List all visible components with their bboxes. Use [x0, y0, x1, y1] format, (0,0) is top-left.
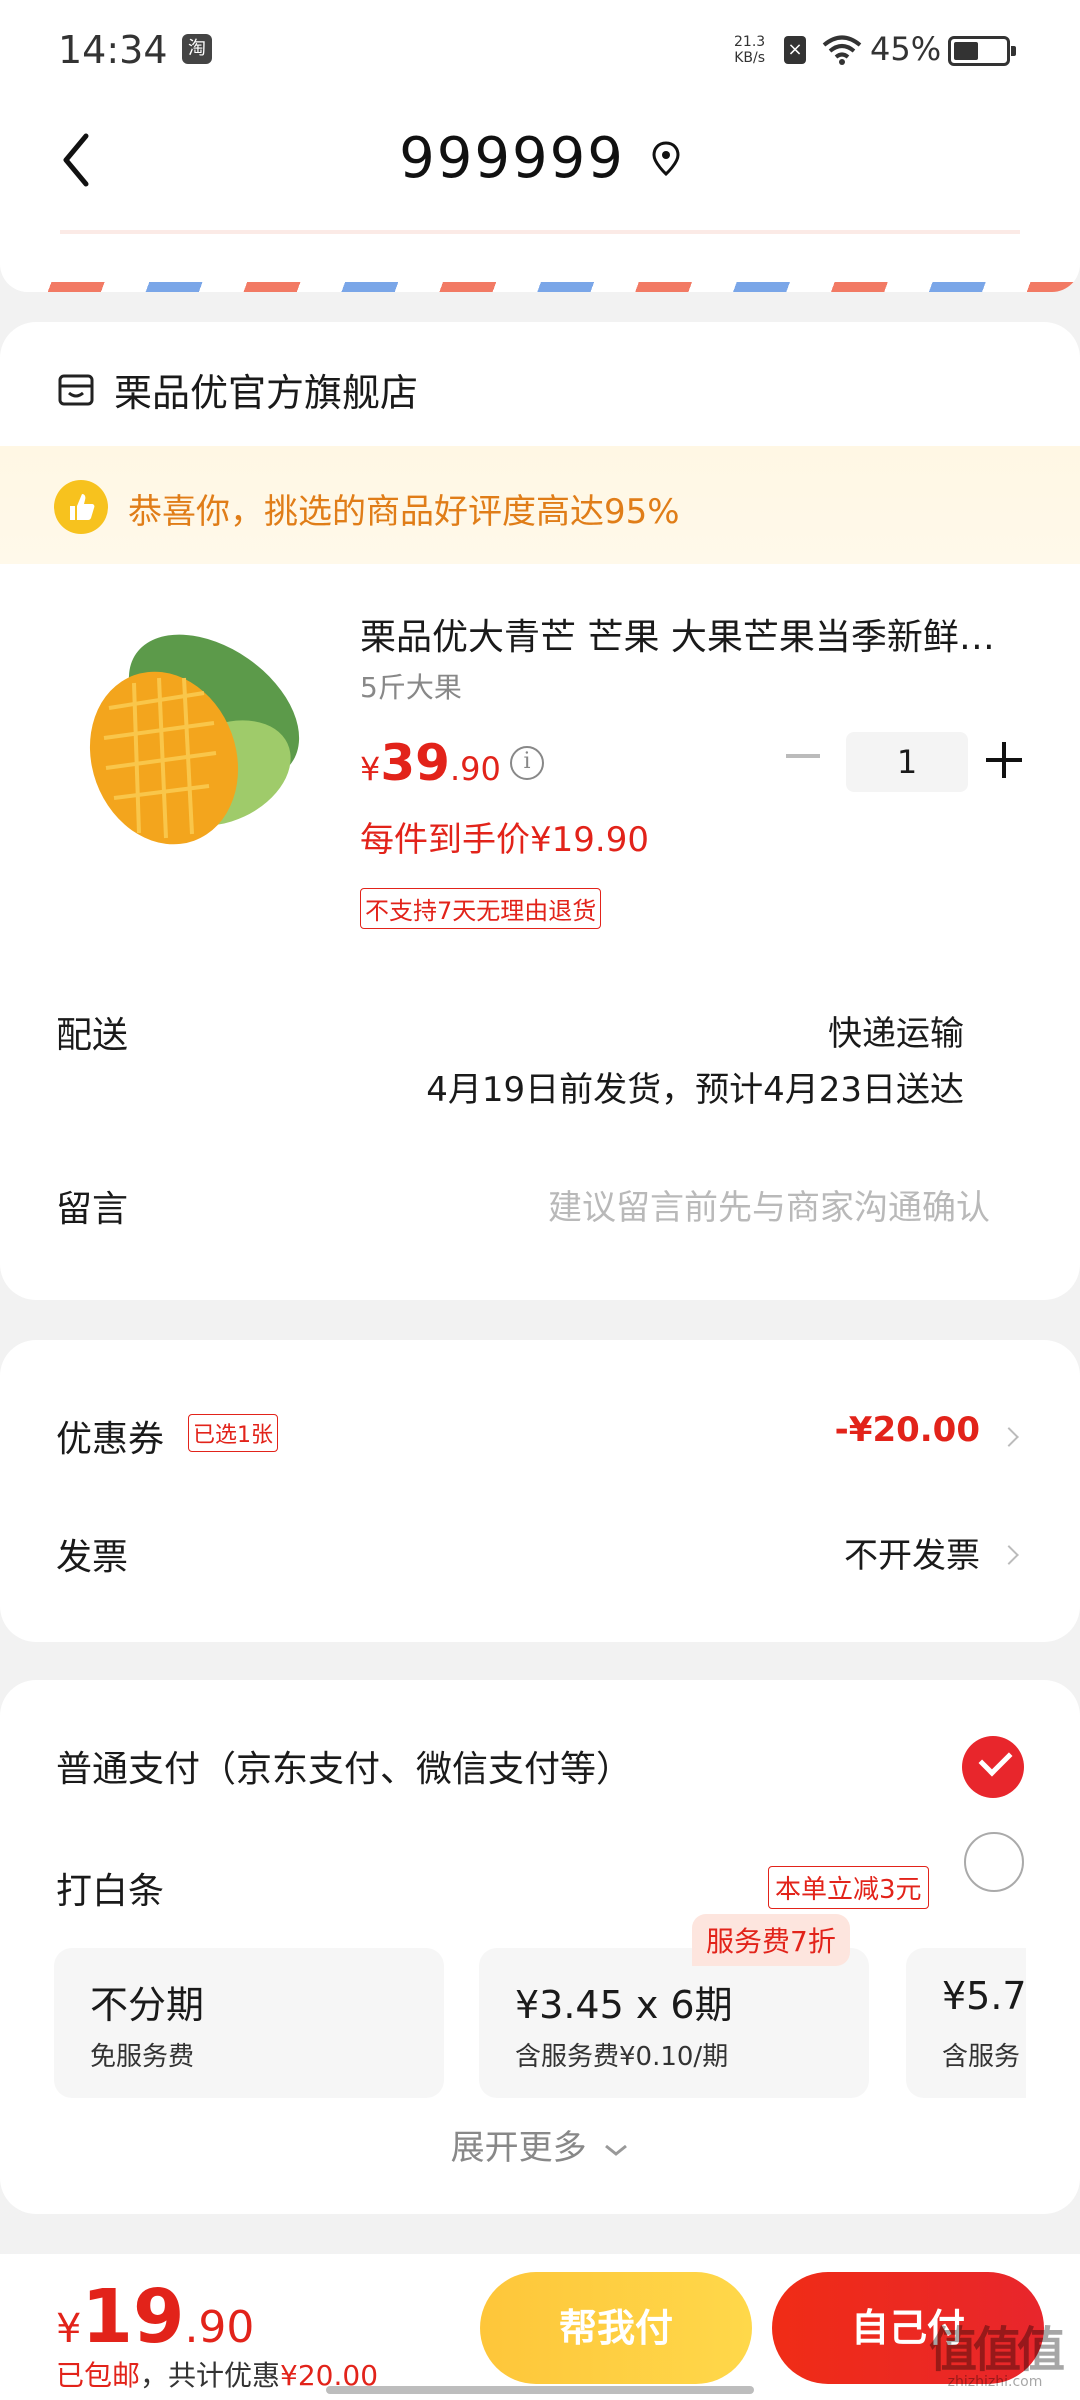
baitiao-promo-tag: 本单立减3元 — [768, 1866, 929, 1909]
address-divider — [60, 230, 1020, 234]
taobao-app-icon: 淘 — [182, 34, 212, 64]
delivery-label: 配送 — [56, 1015, 129, 1056]
page-title: 999999 — [399, 126, 625, 191]
invoice-chevron-icon[interactable] — [999, 1545, 1019, 1565]
total-symbol: ¥ — [56, 2306, 82, 2352]
quantity-decrease-button[interactable] — [786, 754, 820, 758]
installment-options: 不分期 免服务费 ¥3.45 x 6期 含服务费¥0.10/期 ¥5.7 含服务 — [54, 1948, 1026, 2098]
expand-more-label: 展开更多 — [450, 2128, 587, 2168]
nav-header: 999999 — [0, 100, 1080, 230]
shop-icon — [58, 374, 94, 405]
installment-sub: 免服务费 — [90, 2042, 195, 2072]
invoice-value[interactable]: 不开发票 — [844, 1528, 980, 1577]
mango-product-image[interactable] — [54, 598, 324, 868]
network-speed-unit: KB/s — [734, 50, 765, 66]
installment-option[interactable]: 不分期 免服务费 — [54, 1948, 444, 2098]
product-spec: 5斤大果 — [360, 671, 462, 704]
coupon-selected-tag: 已选1张 — [188, 1414, 278, 1452]
network-speed-value: 21.3 — [734, 34, 766, 50]
unit-final-price: 每件到手价¥19.90 — [360, 820, 649, 860]
status-bar: 14:34 淘 21.3 KB/s × 45% — [0, 0, 1080, 100]
coupon-chevron-icon[interactable] — [999, 1427, 1019, 1447]
installment-option[interactable]: ¥5.7 含服务 — [906, 1948, 1026, 2098]
installment-title: ¥5.7 — [942, 1974, 1026, 2018]
total-integer: 19 — [81, 2274, 185, 2360]
normal-payment-label[interactable]: 普通支付（京东支付、微信支付等） — [56, 1740, 632, 1792]
praise-banner: 恭喜你，挑选的商品好评度高达95% — [0, 446, 1080, 564]
address-card-edge — [0, 230, 1080, 292]
installment-title: 不分期 — [90, 1983, 205, 2027]
coupon-value[interactable]: -¥20.00 — [835, 1410, 980, 1450]
price-symbol: ¥ — [360, 750, 381, 788]
status-time: 14:34 — [58, 28, 168, 72]
battery-icon — [948, 36, 1016, 66]
discount-card: 优惠券 已选1张 -¥20.00 发票 不开发票 — [0, 1340, 1080, 1642]
battery-percent: 45% — [870, 30, 942, 68]
baitiao-label[interactable]: 打白条 — [56, 1862, 164, 1914]
checkout-bar: ¥19.90 已包邮，共计优惠¥20.00 帮我付 自己付 — [0, 2254, 1080, 2400]
message-label: 留言 — [56, 1189, 129, 1230]
price-info-icon[interactable]: i — [510, 746, 544, 780]
price-decimal: .90 — [449, 750, 501, 788]
praise-text: 恭喜你，挑选的商品好评度高达95% — [128, 492, 680, 532]
product-price: ¥39.90 — [360, 734, 501, 792]
installment-sub: 含服务费¥0.10/期 — [515, 2042, 729, 2072]
saving-text: ，共计优惠 — [140, 2359, 281, 2392]
store-name: 栗品优官方旗舰店 — [114, 371, 419, 415]
wifi-icon — [822, 35, 862, 65]
home-indicator[interactable] — [326, 2386, 754, 2394]
message-input[interactable]: 建议留言前先与商家沟通确认 — [548, 1180, 990, 1229]
order-item-card: 栗品优官方旗舰店 恭喜你，挑选的商品好评度高达95% 栗品优大青芒 芒果 大果芒… — [0, 322, 1080, 1300]
chevron-down-icon — [605, 2144, 628, 2156]
service-fee-discount-badge: 服务费7折 — [692, 1914, 850, 1966]
expand-more-button[interactable]: 展开更多 — [0, 2120, 1080, 2169]
store-row[interactable]: 栗品优官方旗舰店 — [56, 362, 418, 417]
free-shipping-text: 已包邮 — [56, 2359, 141, 2392]
site-watermark: 值值值 zhizhizhi.com — [920, 2310, 1070, 2390]
quantity-increase-button[interactable] — [986, 742, 1022, 778]
installment-sub: 含服务 — [942, 2042, 1021, 2072]
address-title-wrap[interactable]: 999999 — [0, 126, 1080, 191]
total-price: ¥19.90 — [56, 2274, 254, 2360]
airmail-stripe — [0, 282, 1080, 292]
product-title[interactable]: 栗品优大青芒 芒果 大果芒果当季新鲜水果 — [360, 608, 1020, 660]
location-pin-icon — [652, 140, 680, 176]
baitiao-radio-icon[interactable] — [964, 1832, 1024, 1892]
payment-card: 普通支付（京东支付、微信支付等） 打白条 本单立减3元 不分期 免服务费 ¥3.… — [0, 1680, 1080, 2214]
pay-for-me-button[interactable]: 帮我付 — [480, 2272, 752, 2384]
network-speed: 21.3 KB/s — [734, 34, 765, 66]
no-return-tag: 不支持7天无理由退货 — [360, 888, 602, 929]
watermark-text: 值值值 — [928, 2322, 1065, 2378]
delivery-eta: 4月19日前发货，预计4月23日送达 — [426, 1070, 964, 1110]
thumbs-up-icon — [54, 480, 108, 534]
quantity-input[interactable]: 1 — [846, 732, 968, 792]
total-decimal: .90 — [184, 2302, 255, 2353]
installment-option[interactable]: ¥3.45 x 6期 含服务费¥0.10/期 — [479, 1948, 869, 2098]
delivery-method[interactable]: 快递运输 — [828, 1006, 964, 1055]
installment-title: ¥3.45 x 6期 — [515, 1983, 733, 2027]
coupon-label: 优惠券 — [56, 1419, 165, 1460]
no-sim-icon: × — [784, 36, 806, 64]
normal-payment-checked-icon[interactable] — [962, 1736, 1024, 1798]
price-integer: 39 — [380, 734, 450, 792]
invoice-label: 发票 — [56, 1537, 129, 1578]
